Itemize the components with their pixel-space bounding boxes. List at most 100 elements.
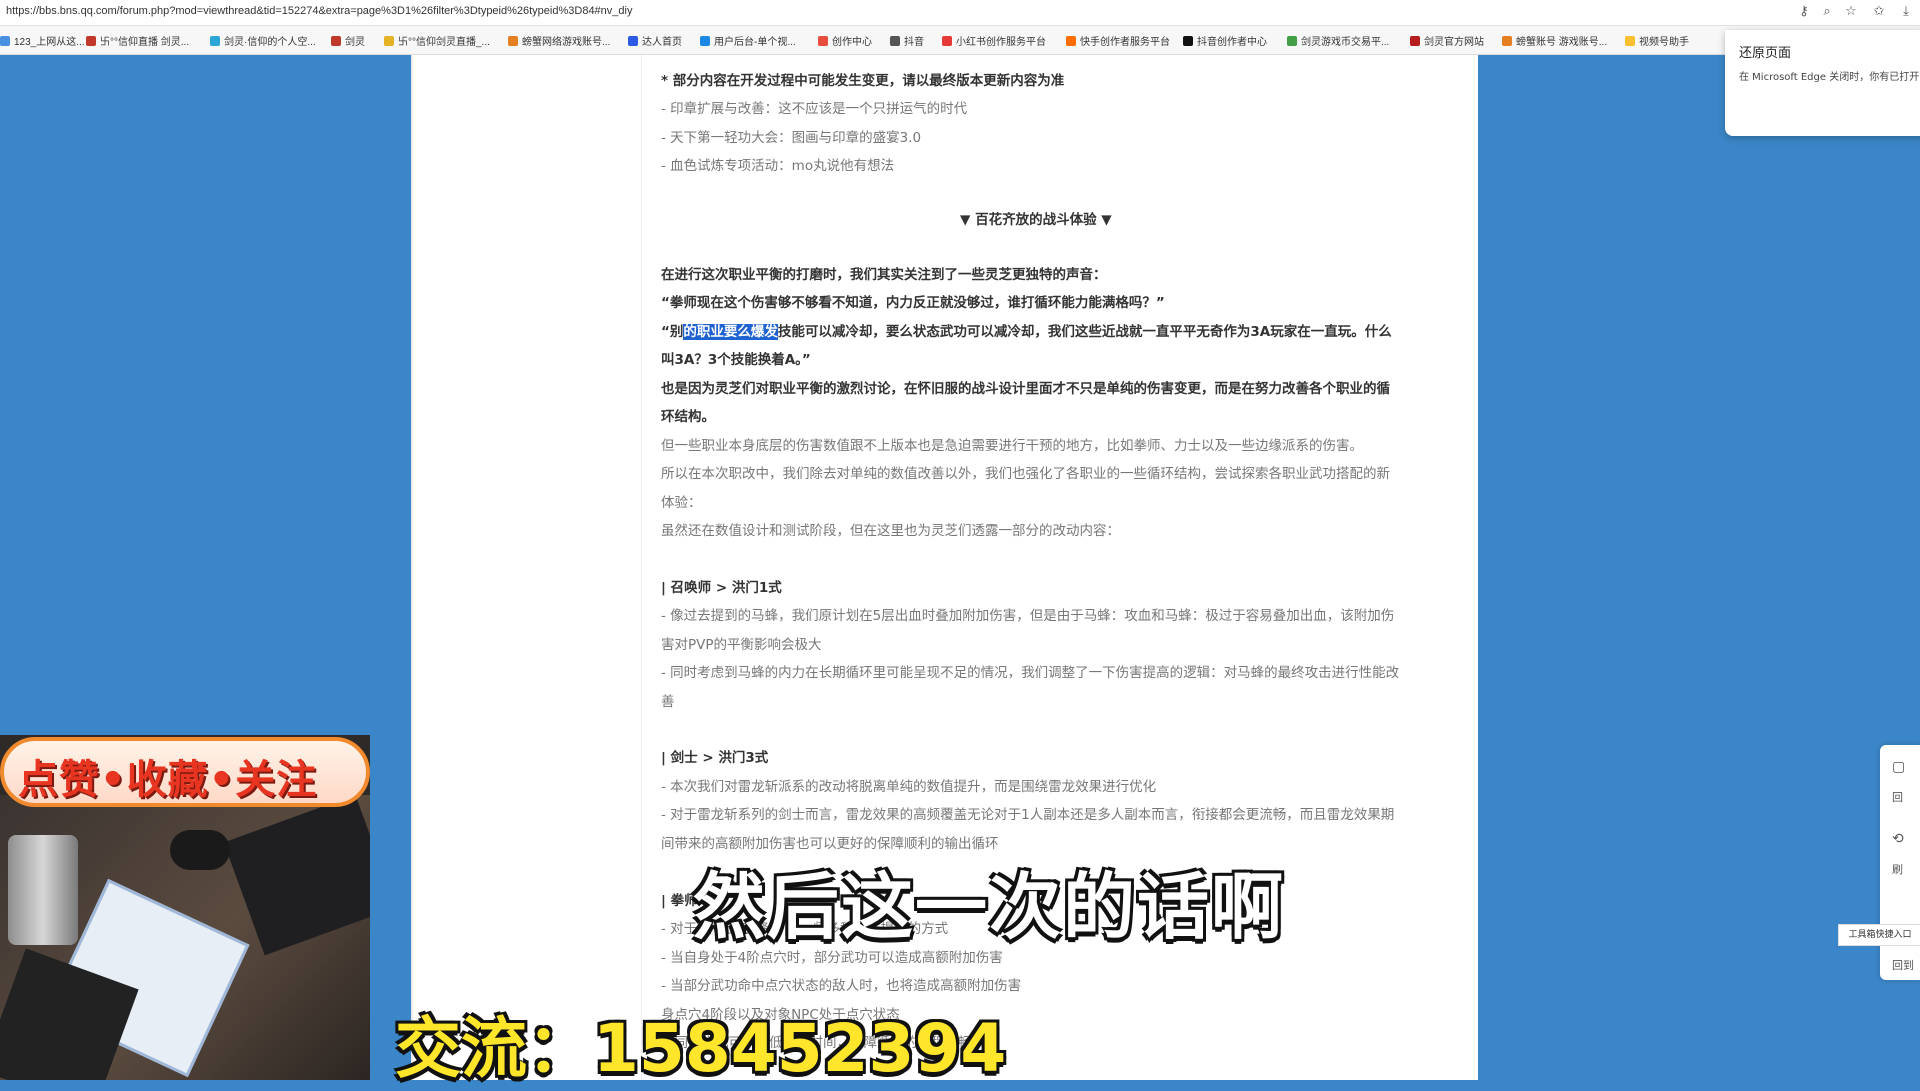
- bookmark-item[interactable]: 达人首页: [628, 33, 682, 48]
- side-tool-1[interactable]: 回: [1892, 789, 1903, 805]
- bookmark-item[interactable]: 剑灵·信仰的个人空...: [210, 33, 316, 48]
- favorite-star-icon[interactable]: ☆: [1842, 3, 1860, 21]
- bookmark-label: 剑灵官方网站: [1424, 37, 1484, 48]
- key-icon[interactable]: ⚷: [1795, 3, 1813, 21]
- article-line: * 部分内容在开发过程中可能发生变更，请以最终版本更新内容为准: [661, 73, 1065, 89]
- bookmark-label: 创作中心: [832, 37, 872, 48]
- article-line: - 像过去提到的马蜂，我们原计划在5层出血时叠加附加伤害，但是由于马蜂：攻血和马…: [661, 608, 1395, 624]
- bookmark-item[interactable]: 123_上网从这...: [0, 33, 85, 48]
- bookmark-label: 剑灵·信仰的个人空...: [224, 37, 316, 48]
- zoom-icon[interactable]: ⌕: [1818, 3, 1836, 21]
- bookmark-item[interactable]: 创作中心: [818, 33, 872, 48]
- article-line: 但一些职业本身底层的伤害数值跟不上版本也是急迫需要进行干预的地方，比如拳师、力士…: [661, 438, 1363, 454]
- bookmark-favicon-icon: [1625, 36, 1635, 46]
- article-line: 虽然还在数值设计和测试阶段，但在这里也为灵芝们透露一部分的改动内容：: [661, 523, 1120, 539]
- bookmark-favicon-icon: [331, 36, 341, 46]
- bookmark-label: 剑灵: [345, 37, 365, 48]
- article-line: 善: [661, 694, 675, 710]
- bookmark-favicon-icon: [0, 36, 10, 46]
- download-icon[interactable]: ⤓: [1897, 3, 1915, 21]
- bookmark-label: 卐°°信仰直播 剑灵...: [100, 37, 190, 48]
- address-bar[interactable]: https://bbs.bns.qq.com/forum.php?mod=vie…: [0, 0, 1920, 26]
- article-line: | 召唤师 > 洪门1式: [661, 580, 782, 596]
- bookmark-favicon-icon: [942, 36, 952, 46]
- article-line: “拳师现在这个伤害够不够看不知道，内力反正就没够过，谁打循环能力能满格吗？”: [661, 295, 1165, 311]
- bookmark-item[interactable]: 剑灵: [331, 33, 365, 48]
- bookmark-favicon-icon: [86, 36, 96, 46]
- bookmark-favicon-icon: [384, 36, 394, 46]
- bookmark-item[interactable]: 剑灵游戏币交易平...: [1287, 33, 1389, 48]
- bookmark-favicon-icon: [818, 36, 828, 46]
- bookmark-item[interactable]: 剑灵官方网站: [1410, 33, 1484, 48]
- bookmark-label: 视频号助手: [1639, 37, 1689, 48]
- like-collect-follow-banner: 点赞•收藏•关注: [0, 737, 370, 807]
- bookmark-favicon-icon: [1502, 36, 1512, 46]
- bookmark-label: 123_上网从这...: [14, 37, 85, 48]
- article-line: 体验：: [661, 495, 702, 511]
- article-line: - 血色试炼专项活动：mo丸说他有想法: [661, 158, 895, 174]
- bookmark-item[interactable]: 抖音: [890, 33, 924, 48]
- tool-tooltip: 工具箱快捷入口: [1838, 924, 1920, 946]
- video-subtitle: 然后这一次的话啊: [693, 865, 1286, 949]
- bookmark-label: 小红书创作服务平台: [956, 37, 1046, 48]
- contact-caption: 交流：158452394: [395, 1010, 1007, 1087]
- article-line: - 当部分武功命中点穴状态的敌人时，也将造成高额附加伤害: [661, 978, 1022, 994]
- bookmark-item[interactable]: 卐°°信仰剑灵直播_...: [384, 33, 490, 48]
- mouse-image: [170, 830, 230, 870]
- bookmark-item[interactable]: 抖音创作者中心: [1183, 33, 1267, 48]
- bookmark-favicon-icon: [628, 36, 638, 46]
- article-line: 叫3A？3个技能换着A。”: [661, 352, 811, 368]
- cup-image: [8, 835, 78, 945]
- bookmark-favicon-icon: [700, 36, 710, 46]
- article-line: 害对PVP的平衡影响会极大: [661, 637, 822, 653]
- url-text[interactable]: https://bbs.bns.qq.com/forum.php?mod=vie…: [6, 5, 632, 17]
- bookmark-favicon-icon: [1066, 36, 1076, 46]
- bookmark-label: 用户后台-单个视...: [714, 37, 796, 48]
- article-line: - 本次我们对雷龙斩派系的改动将脱离单纯的数值提升，而是围绕雷龙效果进行优化: [661, 779, 1157, 795]
- section-heading: ▼ 百花齐放的战斗体验 ▼: [960, 212, 1112, 228]
- favorites-icon[interactable]: ✩: [1870, 3, 1888, 21]
- bookmark-item[interactable]: 用户后台-单个视...: [700, 33, 796, 48]
- bookmark-favicon-icon: [210, 36, 220, 46]
- content-divider: [641, 55, 642, 1080]
- bookmark-label: 螃蟹账号 游戏账号...: [1516, 37, 1608, 48]
- bookmark-favicon-icon: [890, 36, 900, 46]
- article-line: - 天下第一轻功大会：图画与印章的盛宴3.0: [661, 130, 922, 146]
- bookmark-label: 快手创作者服务平台: [1080, 37, 1170, 48]
- side-tool-icon[interactable]: ▢: [1892, 759, 1905, 775]
- article-line: | 剑士 > 洪门3式: [661, 750, 769, 766]
- bookmark-item[interactable]: 螃蟹账号 游戏账号...: [1502, 33, 1607, 48]
- article-line: 也是因为灵芝们对职业平衡的激烈讨论，在怀旧服的战斗设计里面才不只是单纯的伤害变更…: [661, 381, 1390, 397]
- side-tool-3[interactable]: 回到: [1892, 957, 1914, 973]
- bookmark-label: 螃蟹网络游戏账号...: [522, 37, 611, 48]
- refresh-icon[interactable]: ⟲: [1892, 831, 1904, 847]
- bookmarks-bar: 123_上网从这... 卐°°信仰直播 剑灵... 剑灵·信仰的个人空... 剑灵 卐°…: [0, 26, 1920, 55]
- restore-popup-desc: 在 Microsoft Edge 关闭时，你有已打开: [1739, 72, 1920, 83]
- article-line: “别的职业要么爆发技能可以减冷却，要么状态武功可以减冷却，我们这些近战就一直平平…: [661, 324, 1392, 340]
- banner-text: 点赞•收藏•关注: [18, 757, 318, 803]
- restore-popup-title: 还原页面: [1739, 46, 1792, 61]
- article-line: - 对于雷龙斩系列的剑士而言，雷龙效果的高频覆盖无论对于1人副本还是多人副本而言…: [661, 807, 1395, 823]
- bookmark-label: 抖音创作者中心: [1197, 37, 1267, 48]
- bookmark-favicon-icon: [1410, 36, 1420, 46]
- bookmark-label: 剑灵游戏币交易平...: [1301, 37, 1390, 48]
- bookmark-item[interactable]: 卐°°信仰直播 剑灵...: [86, 33, 189, 48]
- bookmark-favicon-icon: [1287, 36, 1297, 46]
- bookmark-item[interactable]: 快手创作者服务平台: [1066, 33, 1170, 48]
- side-tool-2[interactable]: 刷: [1892, 861, 1903, 877]
- restore-pages-popup[interactable]: 还原页面 在 Microsoft Edge 关闭时，你有已打开: [1725, 30, 1920, 136]
- article-line: 环结构。: [661, 409, 715, 425]
- bookmark-item[interactable]: 视频号助手: [1625, 33, 1689, 48]
- bookmark-favicon-icon: [508, 36, 518, 46]
- bookmark-item[interactable]: 螃蟹网络游戏账号...: [508, 33, 610, 48]
- bookmark-label: 达人首页: [642, 37, 682, 48]
- bookmark-label: 卐°°信仰剑灵直播_...: [398, 37, 490, 48]
- article-line: - 同时考虑到马蜂的内力在长期循环里可能呈现不足的情况，我们调整了一下伤害提高的…: [661, 665, 1400, 681]
- article-line: 所以在本次职改中，我们除去对单纯的数值改善以外，我们也强化了各职业的一些循环结构…: [661, 466, 1390, 482]
- selected-text[interactable]: 的职业要么爆发: [683, 324, 778, 340]
- bookmark-item[interactable]: 小红书创作服务平台: [942, 33, 1046, 48]
- bookmark-favicon-icon: [1183, 36, 1193, 46]
- article-line: - 印章扩展与改善：这不应该是一个只拼运气的时代: [661, 101, 968, 117]
- bookmark-label: 抖音: [904, 37, 924, 48]
- article-line: 在进行这次职业平衡的打磨时，我们其实关注到了一些灵芝更独特的声音：: [661, 267, 1107, 283]
